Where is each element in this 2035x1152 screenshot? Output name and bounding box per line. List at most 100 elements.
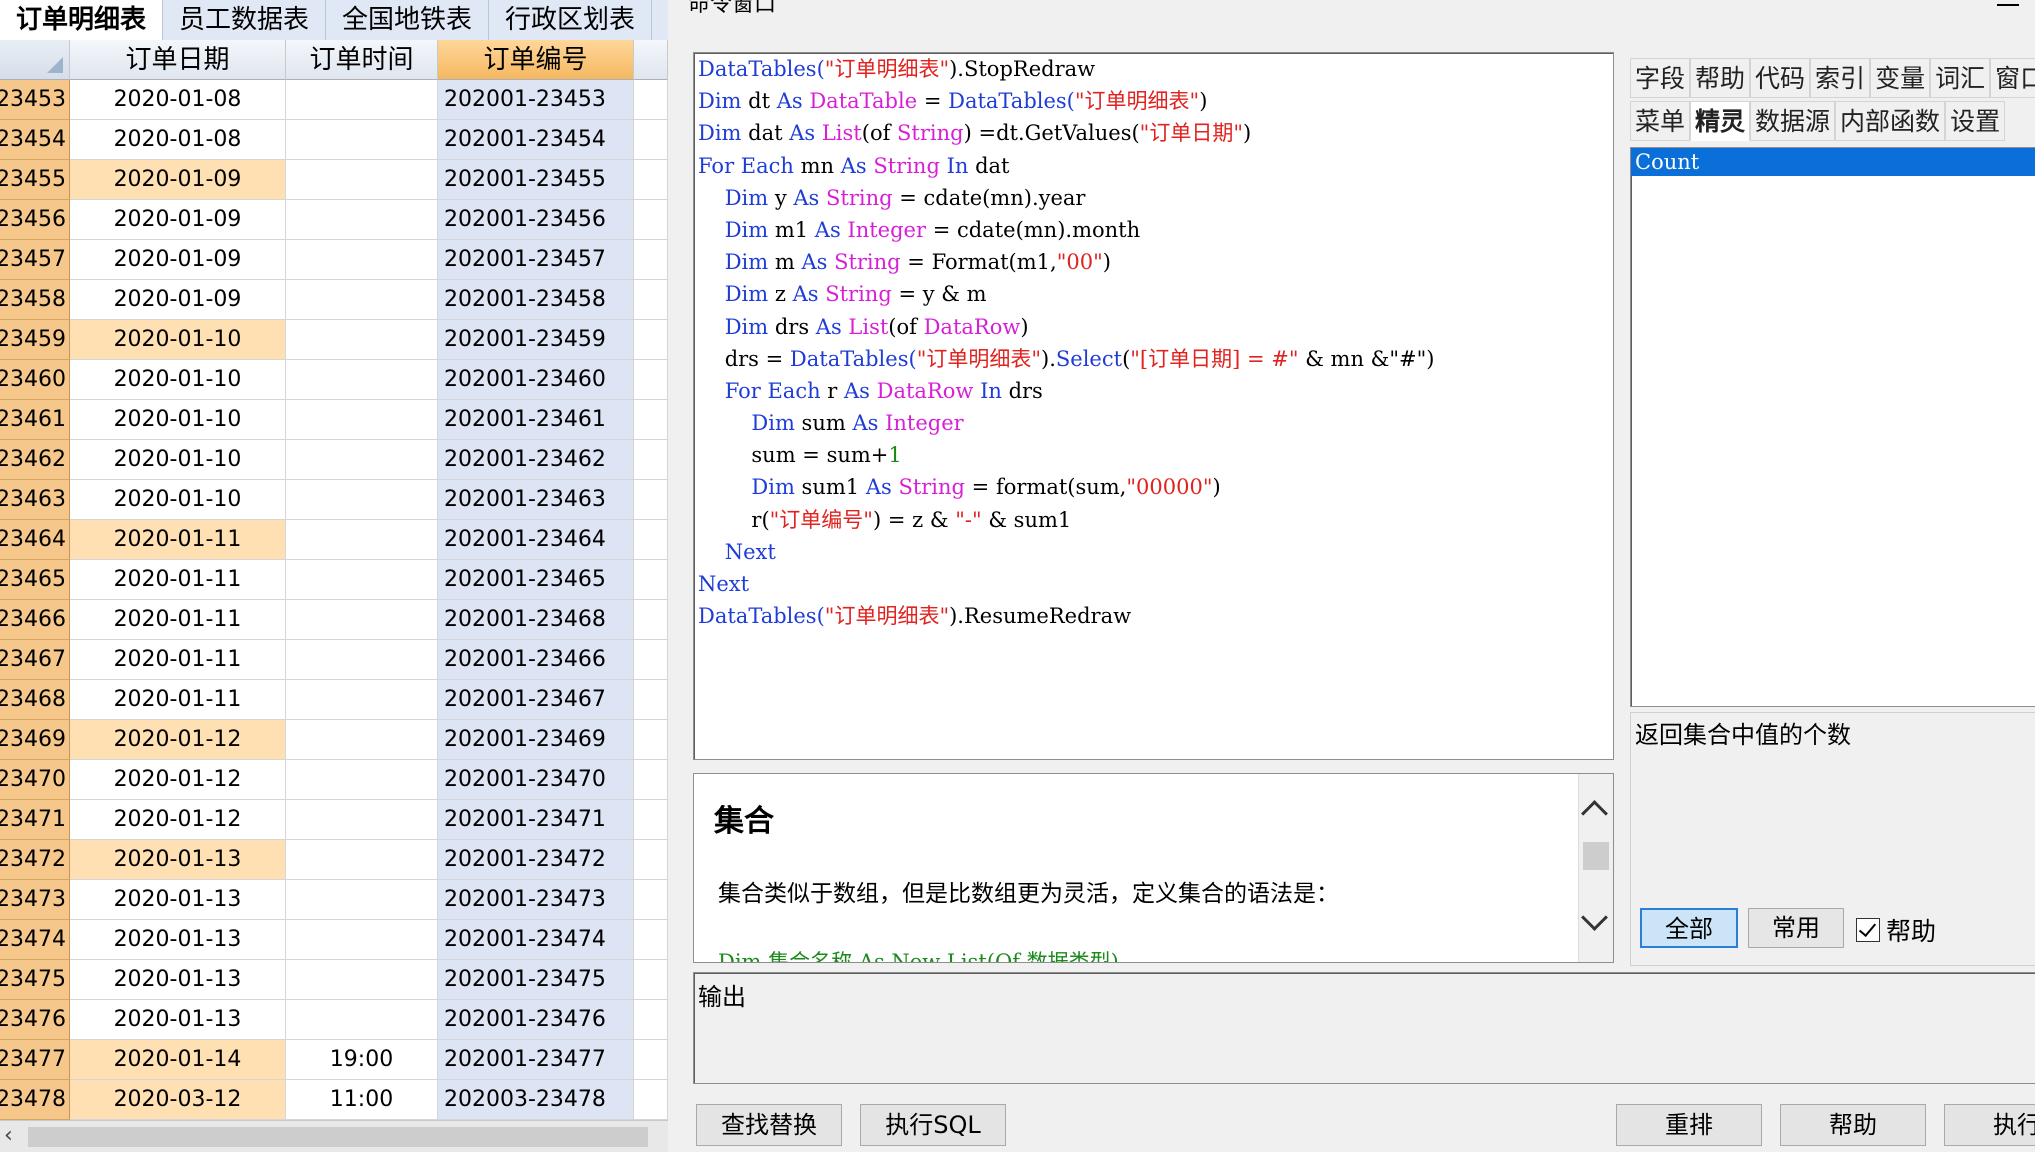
order-date-cell[interactable]: 2020-01-12 xyxy=(70,800,286,840)
table-row[interactable]: 23468 2020-01-11 202001-23467 xyxy=(0,680,668,720)
extra-cell[interactable] xyxy=(634,960,668,1000)
order-date-cell[interactable]: 2020-01-10 xyxy=(70,480,286,520)
row-number-cell[interactable]: 23474 xyxy=(0,920,70,960)
order-date-cell[interactable]: 2020-01-12 xyxy=(70,720,286,760)
order-number-cell[interactable]: 202001-23477 xyxy=(438,1040,634,1080)
extra-cell[interactable] xyxy=(634,480,668,520)
table-row[interactable]: 23467 2020-01-11 202001-23466 xyxy=(0,640,668,680)
code-line[interactable]: Dim dt As DataTable = DataTables("订单明细表"… xyxy=(694,85,1613,117)
code-line[interactable]: For Each mn As String In dat xyxy=(694,150,1613,182)
row-number-cell[interactable]: 23470 xyxy=(0,760,70,800)
table-row[interactable]: 23458 2020-01-09 202001-23458 xyxy=(0,280,668,320)
order-number-cell[interactable]: 202001-23464 xyxy=(438,520,634,560)
extra-cell[interactable] xyxy=(634,760,668,800)
order-time-cell[interactable] xyxy=(286,520,438,560)
order-time-cell[interactable] xyxy=(286,1000,438,1040)
order-number-cell[interactable]: 202001-23463 xyxy=(438,480,634,520)
tab-code[interactable]: 代码 xyxy=(1750,58,1811,98)
code-line[interactable]: Dim drs As List(of DataRow) xyxy=(694,311,1613,343)
horizontal-scrollbar[interactable]: ‹ xyxy=(0,1120,668,1152)
order-date-cell[interactable]: 2020-01-10 xyxy=(70,360,286,400)
order-time-cell[interactable] xyxy=(286,160,438,200)
table-row[interactable]: 23463 2020-01-10 202001-23463 xyxy=(0,480,668,520)
order-date-cell[interactable]: 2020-01-12 xyxy=(70,760,286,800)
function-item-count[interactable]: Count xyxy=(1631,148,2035,176)
code-line[interactable]: sum = sum+1 xyxy=(694,439,1613,471)
order-time-cell[interactable] xyxy=(286,960,438,1000)
order-number-cell[interactable]: 202001-23456 xyxy=(438,200,634,240)
tab-window[interactable]: 窗口 xyxy=(1990,58,2035,98)
order-time-cell[interactable] xyxy=(286,240,438,280)
order-date-cell[interactable]: 2020-01-11 xyxy=(70,640,286,680)
order-number-cell[interactable]: 202001-23455 xyxy=(438,160,634,200)
extra-cell[interactable] xyxy=(634,520,668,560)
order-time-cell[interactable] xyxy=(286,480,438,520)
order-time-cell[interactable] xyxy=(286,80,438,120)
table-row[interactable]: 23474 2020-01-13 202001-23474 xyxy=(0,920,668,960)
row-number-cell[interactable]: 23471 xyxy=(0,800,70,840)
tab-settings[interactable]: 设置 xyxy=(1945,101,2006,141)
order-time-cell[interactable] xyxy=(286,920,438,960)
table-row[interactable]: 23471 2020-01-12 202001-23471 xyxy=(0,800,668,840)
reformat-button[interactable]: 重排 xyxy=(1616,1104,1762,1146)
order-number-cell[interactable]: 202001-23460 xyxy=(438,360,634,400)
table-row[interactable]: 23469 2020-01-12 202001-23469 xyxy=(0,720,668,760)
row-number-cell[interactable]: 23468 xyxy=(0,680,70,720)
scrollbar-thumb[interactable] xyxy=(28,1127,648,1147)
extra-cell[interactable] xyxy=(634,400,668,440)
extra-cell[interactable] xyxy=(634,680,668,720)
row-number-cell[interactable]: 23476 xyxy=(0,1000,70,1040)
extra-cell[interactable] xyxy=(634,320,668,360)
table-row[interactable]: 23477 2020-01-14 19:00 202001-23477 xyxy=(0,1040,668,1080)
code-editor[interactable]: DataTables("订单明细表").StopRedraw Dim dt As … xyxy=(693,52,1614,760)
row-number-cell[interactable]: 23473 xyxy=(0,880,70,920)
order-time-cell[interactable] xyxy=(286,800,438,840)
order-number-cell[interactable]: 202001-23471 xyxy=(438,800,634,840)
row-number-cell[interactable]: 23453 xyxy=(0,80,70,120)
tab-variables[interactable]: 变量 xyxy=(1870,58,1931,98)
order-number-cell[interactable]: 202001-23474 xyxy=(438,920,634,960)
row-number-cell[interactable]: 23464 xyxy=(0,520,70,560)
extra-cell[interactable] xyxy=(634,240,668,280)
order-date-cell[interactable]: 2020-01-09 xyxy=(70,280,286,320)
order-number-cell[interactable]: 202001-23466 xyxy=(438,640,634,680)
code-line[interactable]: Next xyxy=(694,568,1613,600)
function-list[interactable]: Count xyxy=(1630,147,2035,707)
extra-cell[interactable] xyxy=(634,120,668,160)
row-number-cell[interactable]: 23466 xyxy=(0,600,70,640)
sheet-tab-metro[interactable]: 全国地铁表 xyxy=(326,0,490,40)
order-date-cell[interactable]: 2020-01-10 xyxy=(70,400,286,440)
code-line[interactable]: Dim y As String = cdate(mn).year xyxy=(694,182,1613,214)
chevron-up-icon[interactable] xyxy=(1581,800,1608,827)
minimize-icon[interactable] xyxy=(1997,0,2019,6)
order-number-cell[interactable]: 202001-23468 xyxy=(438,600,634,640)
extra-cell[interactable] xyxy=(634,920,668,960)
tab-builtin-functions[interactable]: 内部函数 xyxy=(1835,101,1946,141)
order-date-cell[interactable]: 2020-01-13 xyxy=(70,1000,286,1040)
row-number-cell[interactable]: 23456 xyxy=(0,200,70,240)
checkbox-checked-icon[interactable] xyxy=(1856,918,1880,942)
tab-index[interactable]: 索引 xyxy=(1810,58,1871,98)
order-number-cell[interactable]: 202001-23458 xyxy=(438,280,634,320)
scroll-left-icon[interactable]: ‹ xyxy=(4,1123,13,1148)
order-number-cell[interactable]: 202001-23473 xyxy=(438,880,634,920)
order-number-cell[interactable]: 202003-23478 xyxy=(438,1080,634,1120)
code-line[interactable]: Dim m1 As Integer = cdate(mn).month xyxy=(694,214,1613,246)
column-header-order-date[interactable]: 订单日期 xyxy=(70,40,286,80)
order-date-cell[interactable]: 2020-01-13 xyxy=(70,880,286,920)
row-number-cell[interactable]: 23477 xyxy=(0,1040,70,1080)
sheet-tab-admin-division[interactable]: 行政区划表 xyxy=(489,0,653,40)
row-number-cell[interactable]: 23462 xyxy=(0,440,70,480)
order-date-cell[interactable]: 2020-01-13 xyxy=(70,840,286,880)
extra-cell[interactable] xyxy=(634,80,668,120)
extra-cell[interactable] xyxy=(634,160,668,200)
table-row[interactable]: 23462 2020-01-10 202001-23462 xyxy=(0,440,668,480)
row-number-cell[interactable]: 23475 xyxy=(0,960,70,1000)
table-row[interactable]: 23454 2020-01-08 202001-23454 xyxy=(0,120,668,160)
order-time-cell[interactable] xyxy=(286,880,438,920)
order-time-cell[interactable] xyxy=(286,600,438,640)
order-number-cell[interactable]: 202001-23453 xyxy=(438,80,634,120)
code-line[interactable]: DataTables("订单明细表").ResumeRedraw xyxy=(694,600,1613,632)
extra-cell[interactable] xyxy=(634,800,668,840)
row-number-cell[interactable]: 23457 xyxy=(0,240,70,280)
